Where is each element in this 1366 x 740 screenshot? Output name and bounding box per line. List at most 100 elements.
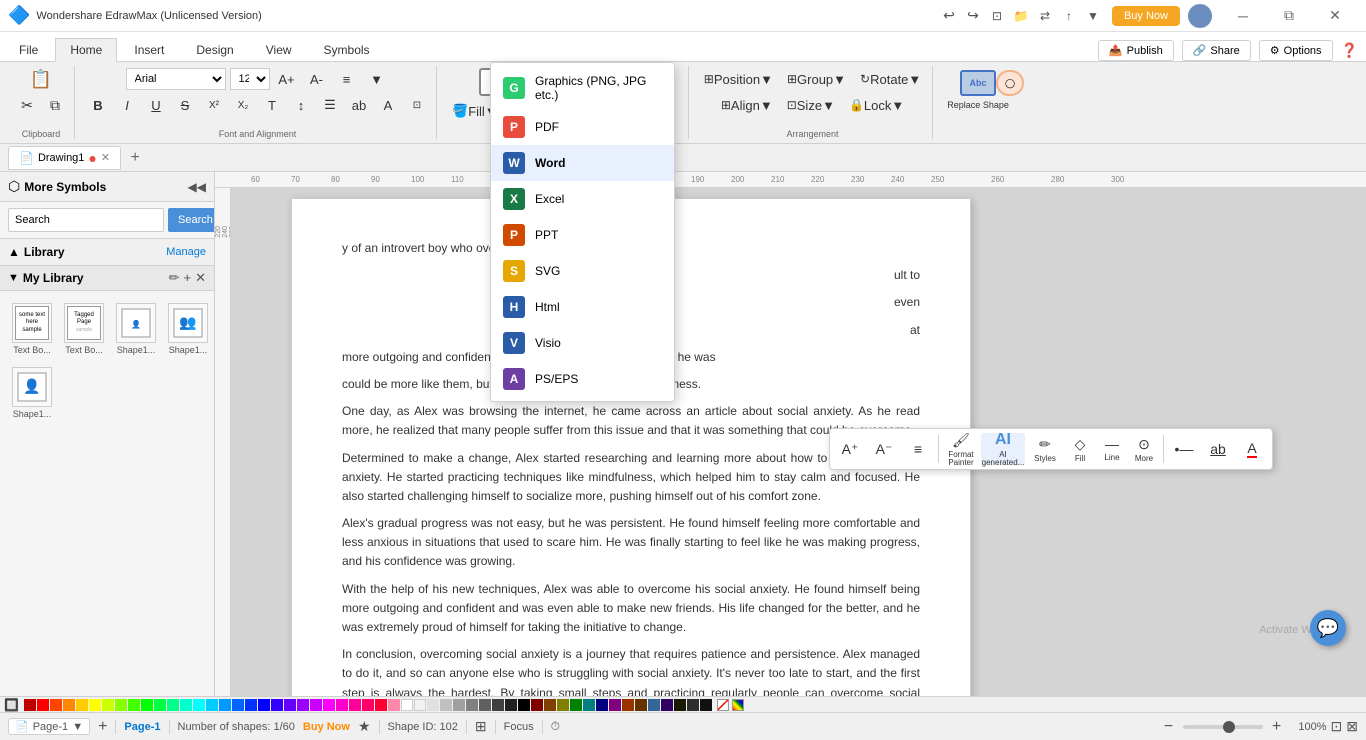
close-library-btn[interactable]: ✕ xyxy=(195,270,206,286)
cut-btn[interactable]: ✂ xyxy=(14,94,40,116)
ft-line[interactable]: — Line xyxy=(1097,433,1127,465)
ft-more[interactable]: ⊙ More xyxy=(1129,433,1159,465)
tab-home[interactable]: Home xyxy=(55,38,117,62)
size-btn[interactable]: ⊡ Size▼ xyxy=(782,94,840,116)
more-qa-btn[interactable]: ▼ xyxy=(1082,5,1104,27)
help-btn[interactable]: ❓ xyxy=(1341,42,1358,59)
color-swatch[interactable] xyxy=(102,699,114,711)
color-swatch[interactable] xyxy=(661,699,673,711)
share-btn[interactable]: 🔗 Share xyxy=(1182,40,1251,61)
tab-design[interactable]: Design xyxy=(181,38,248,61)
undo-btn[interactable]: ↩ xyxy=(938,5,960,27)
export-item-html[interactable]: H Html xyxy=(491,289,674,325)
tab-symbols[interactable]: Symbols xyxy=(309,38,385,61)
shape-item-shape2[interactable]: 👥 Shape1... xyxy=(164,299,212,359)
add-tab-btn[interactable]: + xyxy=(125,148,145,168)
copy-btn[interactable]: ⧉ xyxy=(42,94,68,116)
focus-btn[interactable]: Focus xyxy=(504,721,534,733)
edit-library-btn[interactable]: ✏ xyxy=(169,270,180,286)
expand-font-btn[interactable]: ⊡ xyxy=(404,94,430,116)
increase-font-btn[interactable]: A+ xyxy=(274,68,300,90)
color-swatch[interactable] xyxy=(596,699,608,711)
zoom-in-btn[interactable]: + xyxy=(1267,717,1287,737)
ft-styles[interactable]: ✏ Styles xyxy=(1027,433,1063,465)
export-item-eps[interactable]: A PS/EPS xyxy=(491,361,674,397)
line-spacing-btn[interactable]: ↕ xyxy=(288,94,314,116)
font-color-btn[interactable]: A xyxy=(375,94,401,116)
highlight-btn[interactable]: ab xyxy=(346,94,372,116)
color-swatch[interactable] xyxy=(141,699,153,711)
color-swatch[interactable] xyxy=(388,699,400,711)
shape-item-shape1[interactable]: 👤 Shape1... xyxy=(112,299,160,359)
color-swatch[interactable] xyxy=(24,699,36,711)
search-button[interactable]: Search xyxy=(168,208,215,232)
color-swatch[interactable] xyxy=(570,699,582,711)
maximize-btn[interactable]: ⊡ xyxy=(986,5,1008,27)
lock-btn[interactable]: 🔒 Lock▼ xyxy=(844,94,909,116)
color-swatch[interactable] xyxy=(700,699,712,711)
color-swatch[interactable] xyxy=(414,699,426,711)
color-swatch[interactable] xyxy=(362,699,374,711)
zoom-slider[interactable] xyxy=(1183,725,1263,729)
shape-item-textbox1[interactable]: some textheresample Text Bo... xyxy=(8,299,56,359)
bold-btn[interactable]: B xyxy=(85,94,111,116)
export-btn[interactable]: ↑ xyxy=(1058,5,1080,27)
group-btn[interactable]: ⊞ Group▼ xyxy=(782,68,851,90)
page-selector[interactable]: 📄 Page-1 ▼ xyxy=(8,718,90,735)
restore-btn[interactable]: ⧉ xyxy=(1266,0,1312,32)
align-shapes-btn[interactable]: ⊞ Align▼ xyxy=(716,94,778,116)
color-tool-icon[interactable]: 🔲 xyxy=(4,698,19,712)
export-item-pdf[interactable]: P PDF xyxy=(491,109,674,145)
color-swatch[interactable] xyxy=(518,699,530,711)
close-tab-btn[interactable]: ✕ xyxy=(101,151,110,164)
more-colors-swatch[interactable] xyxy=(732,699,744,711)
add-page-btn[interactable]: + xyxy=(98,718,107,736)
no-fill-swatch[interactable] xyxy=(717,699,729,711)
fullscreen-btn[interactable]: ⊡ xyxy=(1331,718,1343,735)
color-swatch[interactable] xyxy=(544,699,556,711)
color-swatch[interactable] xyxy=(323,699,335,711)
color-swatch[interactable] xyxy=(206,699,218,711)
ft-decrease-font[interactable]: A⁻ xyxy=(868,433,900,465)
collapse-panel-btn[interactable]: ◀◀ xyxy=(188,180,206,194)
avatar[interactable] xyxy=(1188,4,1212,28)
color-swatch[interactable] xyxy=(76,699,88,711)
shape-item-shape3[interactable]: 👤 Shape1... xyxy=(8,363,56,423)
color-swatch[interactable] xyxy=(401,699,413,711)
folder-btn[interactable]: 📁 xyxy=(1010,5,1032,27)
color-swatch[interactable] xyxy=(479,699,491,711)
color-swatch[interactable] xyxy=(609,699,621,711)
export-item-png[interactable]: G Graphics (PNG, JPG etc.) xyxy=(491,67,674,109)
color-swatch[interactable] xyxy=(193,699,205,711)
minimize-btn[interactable]: ─ xyxy=(1220,0,1266,32)
more-format-btn[interactable]: ▼ xyxy=(364,68,390,90)
export-item-svg[interactable]: S SVG xyxy=(491,253,674,289)
color-swatch[interactable] xyxy=(687,699,699,711)
color-swatch[interactable] xyxy=(674,699,686,711)
color-swatch[interactable] xyxy=(531,699,543,711)
color-swatch[interactable] xyxy=(154,699,166,711)
zoom-out-btn[interactable]: − xyxy=(1159,717,1179,737)
export-item-excel[interactable]: X Excel xyxy=(491,181,674,217)
tab-insert[interactable]: Insert xyxy=(119,38,179,61)
replace-shape-btn[interactable]: Replace Shape xyxy=(947,100,1009,110)
add-library-btn[interactable]: + xyxy=(184,270,192,286)
tab-file[interactable]: File xyxy=(4,38,53,61)
shape-item-textbox2[interactable]: Tagged Pagesample Text Bo... xyxy=(60,299,108,359)
ft-format-painter[interactable]: 🖌 FormatPainter xyxy=(943,433,979,465)
chatbot-button[interactable]: 💬 xyxy=(1310,610,1346,646)
color-swatch[interactable] xyxy=(557,699,569,711)
color-swatch[interactable] xyxy=(453,699,465,711)
export-item-visio[interactable]: V Visio xyxy=(491,325,674,361)
color-swatch[interactable] xyxy=(336,699,348,711)
color-swatch[interactable] xyxy=(310,699,322,711)
italic-btn[interactable]: I xyxy=(114,94,140,116)
color-swatch[interactable] xyxy=(258,699,270,711)
options-btn[interactable]: ⚙ Options xyxy=(1259,40,1333,61)
font-select[interactable]: Arial xyxy=(126,68,226,90)
color-swatch[interactable] xyxy=(89,699,101,711)
publish-btn[interactable]: 📤 Publish xyxy=(1098,40,1174,61)
export-item-ppt[interactable]: P PPT xyxy=(491,217,674,253)
ft-font-color[interactable]: A xyxy=(1236,433,1268,465)
color-swatch[interactable] xyxy=(232,699,244,711)
